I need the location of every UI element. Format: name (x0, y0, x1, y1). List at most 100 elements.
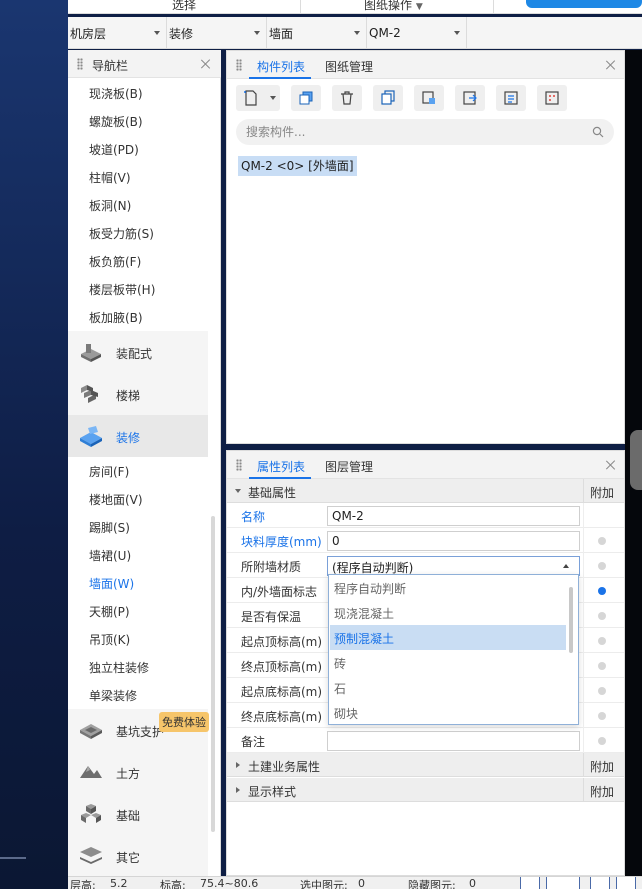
selected-count-value: 0 (358, 877, 365, 889)
nav-item-floor-surface[interactable]: 楼地面(V) (89, 491, 143, 508)
add-checkbox[interactable] (598, 662, 606, 670)
add-checkbox[interactable] (598, 712, 606, 720)
drag-handle-icon[interactable] (236, 459, 242, 471)
nav-item-beam-finish[interactable]: 单梁装修 (89, 687, 137, 704)
floor-select-value: 机房层 (70, 26, 107, 41)
nav-item-suspended-ceiling[interactable]: 吊顶(K) (89, 631, 130, 648)
nav-item-room[interactable]: 房间(F) (89, 463, 129, 480)
nav-item-spiral-slab[interactable]: 螺旋板(B) (89, 113, 143, 130)
drawing-canvas[interactable] (625, 50, 642, 876)
cross-select-button[interactable] (590, 877, 610, 889)
new-component-button[interactable] (236, 85, 280, 111)
floor-copy-button[interactable] (414, 85, 444, 111)
component-list-panel: 构件列表 图纸管理 QM-2 <0> [外墙面] (226, 50, 625, 444)
nav-category-stairs[interactable]: 楼梯 (68, 373, 208, 415)
tab-component-list[interactable]: 构件列表 (257, 58, 305, 75)
add-checkbox[interactable] (598, 637, 606, 645)
nav-item-wall-surface[interactable]: 墙面(W) (89, 575, 134, 592)
add-column-header: 附加 (583, 753, 624, 777)
nav-item-column-finish[interactable]: 独立柱装修 (89, 659, 149, 676)
dropdown-option-auto[interactable]: 程序自动判断 (330, 575, 566, 600)
property-remark-value[interactable] (327, 731, 580, 751)
navigator-scrollbar[interactable] (211, 516, 215, 832)
navigator-header: 导航栏 (68, 50, 221, 78)
drag-handle-icon[interactable] (77, 58, 83, 70)
nav-item-slab-strip[interactable]: 楼层板带(H) (89, 281, 155, 298)
nav-item-negative-rebar[interactable]: 板负筋(F) (89, 253, 141, 270)
clear-select-button[interactable] (616, 877, 636, 889)
tab-layer-management[interactable]: 图层管理 (325, 458, 373, 475)
nav-category-decoration[interactable]: 装修 (68, 415, 208, 457)
nav-category-other[interactable]: 其它 (68, 835, 208, 877)
nav-item-slab-hole[interactable]: 板洞(N) (89, 197, 131, 214)
nav-category-earthwork[interactable]: 土方 (68, 751, 208, 793)
tab-property-list[interactable]: 属性列表 (257, 458, 305, 475)
chevron-down-icon (254, 31, 260, 35)
sort-component-button[interactable] (496, 85, 526, 111)
nav-category-pit-support-label: 基坑支护 (116, 725, 165, 739)
select-mode-button[interactable] (546, 877, 580, 889)
filter-component-button[interactable] (537, 85, 567, 111)
nav-category-prefab[interactable]: 装配式 (68, 331, 208, 373)
section-basic-properties[interactable]: 基础属性 附加 (227, 479, 624, 503)
drag-handle-icon[interactable] (236, 59, 242, 71)
search-icon[interactable] (592, 126, 604, 138)
property-end-bottom-label: 终点底标高(m) (241, 710, 323, 724)
top-action-button[interactable] (526, 0, 642, 8)
nav-item-ceiling[interactable]: 天棚(P) (89, 603, 130, 620)
dropdown-option-precast-concrete[interactable]: 预制混凝土 (330, 625, 566, 650)
add-checkbox[interactable] (598, 687, 606, 695)
add-checkbox[interactable] (598, 737, 606, 745)
add-checkbox[interactable] (598, 612, 606, 620)
close-icon[interactable] (606, 60, 616, 70)
component-panel-tabs: 构件列表 图纸管理 (227, 51, 624, 79)
section-display-style[interactable]: 显示样式 附加 (227, 778, 624, 802)
close-icon[interactable] (201, 59, 211, 69)
nav-item-dado[interactable]: 墙裙(U) (89, 547, 131, 564)
property-thickness-value[interactable]: 0 (327, 531, 580, 551)
component-select[interactable]: QM-2 (367, 17, 467, 49)
nav-item-slab-rebar[interactable]: 板受力筋(S) (89, 225, 154, 242)
nav-item-slab-haunch[interactable]: 板加腋(B) (89, 309, 143, 326)
property-remark-label: 备注 (241, 735, 266, 749)
close-icon[interactable] (606, 460, 616, 470)
delete-component-button[interactable] (332, 85, 362, 111)
collapse-panel-handle[interactable] (630, 430, 642, 490)
dropdown-scrollbar[interactable] (569, 587, 573, 653)
free-trial-badge[interactable]: 免费体验 (159, 712, 209, 732)
snap-toggle-button[interactable] (520, 877, 540, 889)
dropdown-option-block[interactable]: 砌块 (330, 700, 566, 725)
dropdown-option-brick[interactable]: 砖 (330, 650, 566, 675)
nav-item-column-cap[interactable]: 柱帽(V) (89, 169, 131, 186)
add-checkbox-checked[interactable] (598, 587, 606, 595)
chevron-down-icon: ▼ (415, 2, 423, 12)
section-civil-properties[interactable]: 土建业务属性 附加 (227, 753, 624, 777)
copy-component-button[interactable] (291, 85, 321, 111)
hidden-count-value: 0 (469, 877, 476, 889)
nav-category-foundation[interactable]: 基础 (68, 793, 208, 835)
menu-separator (300, 0, 301, 13)
nav-item-ramp[interactable]: 坡道(PD) (89, 141, 139, 158)
dropdown-option-cast-concrete[interactable]: 现浇混凝土 (330, 600, 566, 625)
tab-drawing-management[interactable]: 图纸管理 (325, 58, 373, 75)
menu-select[interactable]: 选择 (172, 0, 196, 13)
menu-drawing-ops[interactable]: 图纸操作 ▼ (364, 0, 423, 13)
add-checkbox[interactable] (598, 537, 606, 545)
category-select[interactable]: 装修 (167, 17, 267, 49)
nav-item-skirting[interactable]: 踢脚(S) (89, 519, 130, 536)
section-basic-label: 基础属性 (248, 486, 297, 500)
component-list-item[interactable]: QM-2 <0> [外墙面] (238, 156, 357, 176)
component-search-input[interactable] (236, 119, 614, 145)
column-separator (583, 653, 584, 678)
floor-select[interactable]: 机房层 (68, 17, 167, 49)
dropdown-option-stone[interactable]: 石 (330, 675, 566, 700)
property-name-value[interactable]: QM-2 (327, 506, 580, 526)
export-component-button[interactable] (455, 85, 485, 111)
property-wall-material-select[interactable]: (程序自动判断) (327, 556, 580, 576)
add-checkbox[interactable] (598, 562, 606, 570)
copy-icon (299, 91, 313, 105)
chevron-down-icon (270, 96, 276, 100)
subtype-select[interactable]: 墙面 (267, 17, 367, 49)
nav-item-cast-slab[interactable]: 现浇板(B) (89, 85, 143, 102)
duplicate-floor-button[interactable] (373, 85, 403, 111)
